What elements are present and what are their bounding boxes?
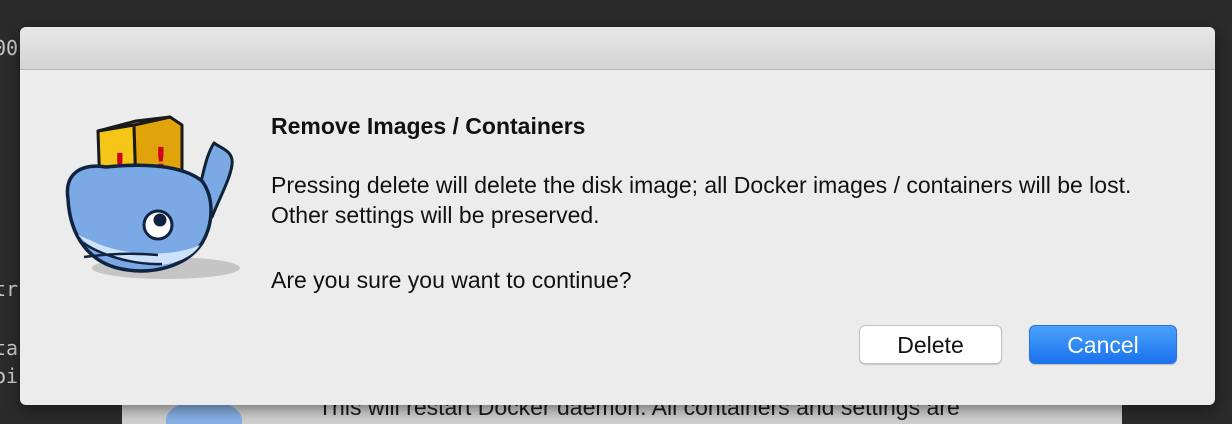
dialog-question: Are you sure you want to continue? (271, 267, 632, 293)
dialog-title-bar (20, 27, 1215, 70)
cancel-button[interactable]: Cancel (1029, 325, 1177, 364)
docker-whale-warning-icon: ! ! (65, 115, 240, 279)
delete-button[interactable]: Delete (859, 325, 1002, 364)
background-text-fragment: 00 (0, 36, 19, 60)
alert-dialog: ! ! Remove Images / Containers Pressing … (20, 27, 1215, 405)
dialog-title: Remove Images / Containers (271, 113, 586, 139)
background-text-fragment: oi (0, 364, 19, 388)
background-text-fragment: tr (0, 277, 19, 301)
dialog-message: Pressing delete will delete the disk ima… (271, 172, 1132, 228)
background-text-fragment: ta (0, 336, 19, 360)
